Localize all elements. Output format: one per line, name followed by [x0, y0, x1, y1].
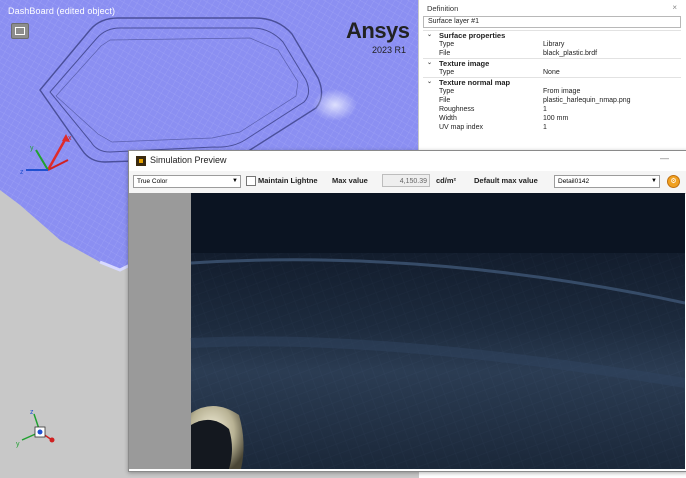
gear-icon[interactable]: ⚙: [667, 175, 680, 188]
name-field-value: Surface layer #1: [428, 18, 479, 25]
svg-text:z: z: [20, 169, 24, 176]
max-value-input[interactable]: 4,150.39: [382, 174, 430, 187]
render-canvas[interactable]: [129, 193, 685, 469]
maintain-lightness-checkbox[interactable]: [246, 176, 256, 186]
property-row[interactable]: File black_plastic.brdf: [423, 49, 681, 58]
window-titlebar[interactable]: Simulation Preview —: [129, 151, 686, 171]
svg-text:x: x: [68, 135, 72, 142]
close-icon[interactable]: ×: [672, 3, 677, 12]
default-max-label: Default max value: [474, 176, 538, 185]
viewport-toggle-button[interactable]: [11, 23, 29, 39]
unit-label: cd/m²: [436, 176, 457, 185]
section-texture-normal-map[interactable]: ⌄ Texture normal map: [423, 77, 681, 87]
section-texture-image[interactable]: ⌄ Texture image: [423, 58, 681, 68]
property-row[interactable]: Type From image: [423, 87, 681, 96]
chevron-down-icon[interactable]: ⌄: [427, 78, 432, 87]
property-row[interactable]: File plastic_harlequin_nmap.png: [423, 96, 681, 105]
ansys-logo: Ansys: [346, 18, 410, 43]
property-row[interactable]: Width 100 mm: [423, 114, 681, 123]
svg-text:z: z: [30, 409, 34, 416]
section-surface-properties[interactable]: ⌄ Surface properties: [423, 30, 681, 40]
app-icon: [136, 156, 146, 166]
svg-text:y: y: [30, 145, 34, 152]
viewport-title: DashBoard (edited object): [8, 6, 116, 16]
preview-toolbar: True Color ▼ Maintain Lightne Max value …: [129, 171, 686, 194]
window-title: Simulation Preview: [150, 155, 227, 165]
chevron-down-icon[interactable]: ⌄: [427, 59, 432, 68]
simulation-preview-window[interactable]: Simulation Preview — True Color ▼ Mainta…: [128, 150, 686, 472]
name-field[interactable]: Surface layer #1: [423, 16, 681, 28]
version-label: 2023 R1: [372, 45, 407, 55]
property-row[interactable]: Type Library: [423, 40, 681, 49]
property-row[interactable]: UV map index 1: [423, 123, 681, 132]
property-grid: ⌄ Surface properties Type Library File b…: [423, 30, 681, 132]
chevron-down-icon[interactable]: ⌄: [427, 31, 432, 40]
minimize-icon[interactable]: —: [660, 153, 669, 163]
property-row[interactable]: Roughness 1: [423, 105, 681, 114]
color-mode-select[interactable]: True Color ▼: [133, 175, 241, 188]
panel-title: Definition: [427, 4, 459, 13]
property-row[interactable]: Type None: [423, 68, 681, 77]
max-value-label: Max value: [332, 176, 368, 185]
svg-text:y: y: [16, 441, 20, 448]
window-icon: [15, 27, 25, 35]
maintain-lightness-label: Maintain Lightne: [258, 176, 318, 185]
dropdown-arrow-icon: ▼: [651, 178, 657, 184]
dropdown-arrow-icon: ▼: [232, 178, 238, 184]
detail-select[interactable]: Detail0142 ▼: [554, 175, 660, 188]
